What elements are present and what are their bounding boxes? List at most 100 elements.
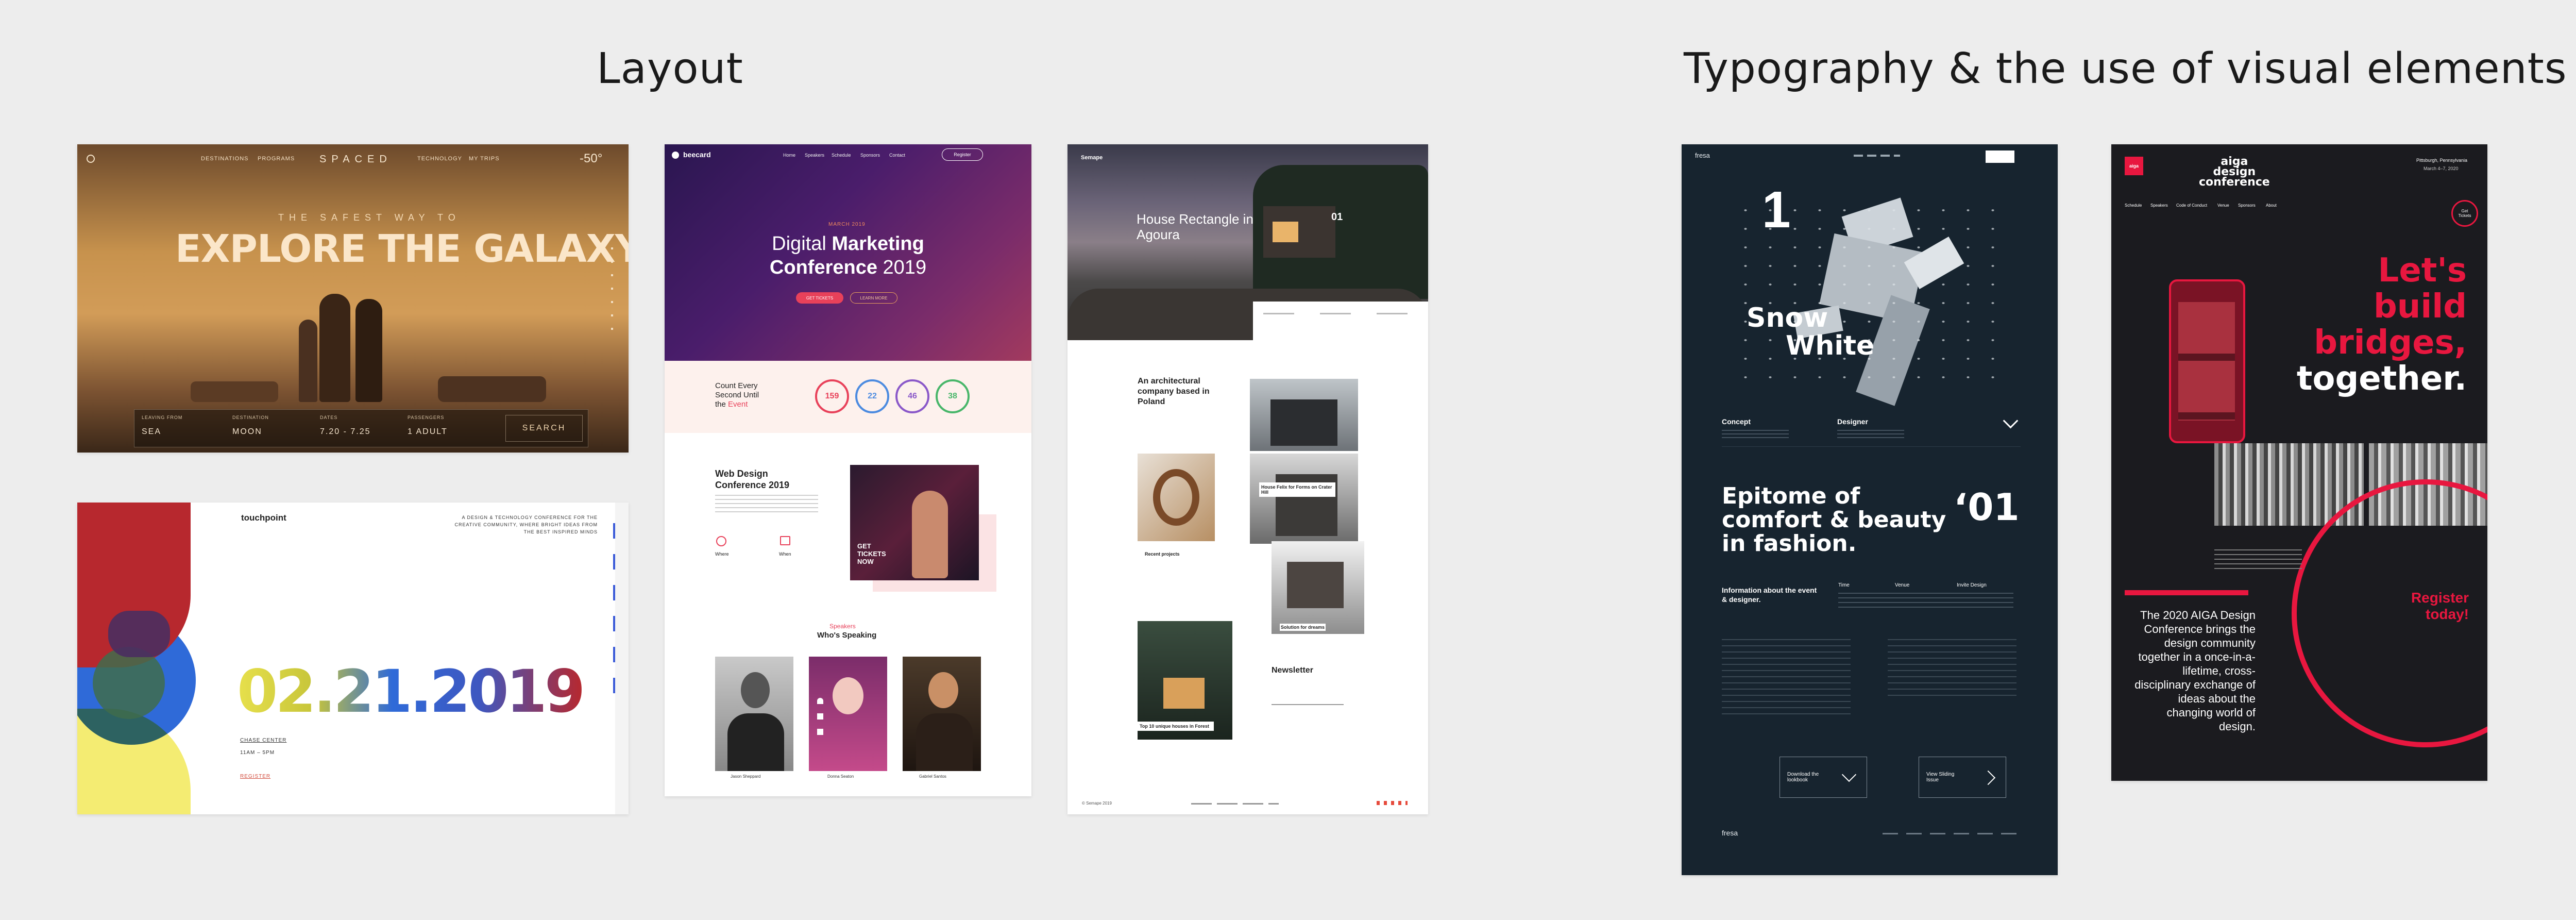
project-photo[interactable] bbox=[1138, 454, 1215, 541]
counter-value: 159 bbox=[825, 392, 839, 400]
nav-destinations[interactable]: DESTINATIONS bbox=[201, 156, 248, 162]
passengers-select[interactable]: 1 ADULT bbox=[408, 427, 448, 437]
caption[interactable]: House Felix for Forms on Crater Hill bbox=[1259, 482, 1335, 497]
view-issue-button[interactable]: View Sliding Issue bbox=[1919, 757, 2006, 798]
title-bold: Marketing bbox=[832, 233, 924, 255]
tickets-badge-label: Get Tickets bbox=[2458, 209, 2471, 218]
download-lookbook-button[interactable]: Download the lookbook bbox=[1780, 757, 1867, 798]
green-overlap bbox=[93, 647, 165, 719]
field-label: PASSENGERS bbox=[408, 415, 445, 420]
calendar-icon bbox=[780, 536, 790, 545]
nav-programs[interactable]: PROGRAMS bbox=[258, 156, 295, 162]
nav-schedule[interactable]: Schedule bbox=[2125, 203, 2142, 208]
nav-technology[interactable]: TECHNOLOGY bbox=[417, 156, 462, 162]
leaving-from-select[interactable]: SEA bbox=[142, 427, 161, 437]
get-tickets-now-label[interactable]: GET TICKETS NOW bbox=[857, 542, 893, 565]
red-bar bbox=[2125, 590, 2248, 595]
brand-logo[interactable]: fresa bbox=[1695, 152, 1710, 159]
concept-label: Concept bbox=[1722, 417, 1751, 426]
nav-speakers[interactable]: Speakers bbox=[2150, 203, 2168, 208]
spaced-screenshot[interactable]: DESTINATIONS PROGRAMS SPACED TECHNOLOGY … bbox=[77, 144, 629, 453]
hero-title: Snow White bbox=[1747, 304, 1874, 360]
house-shape bbox=[1287, 562, 1344, 608]
speaker-card-3[interactable] bbox=[903, 657, 981, 771]
speaker-card-2[interactable] bbox=[809, 657, 887, 771]
speakers-kicker: Speakers bbox=[829, 623, 856, 630]
aiga-screenshot[interactable]: aiga aiga design conference Pittsburgh, … bbox=[2111, 144, 2487, 781]
nav-sponsors[interactable]: Sponsors bbox=[2238, 203, 2256, 208]
project-photo[interactable] bbox=[1250, 379, 1358, 451]
top-nav[interactable] bbox=[1854, 155, 1900, 157]
register-link[interactable]: Register today! bbox=[2381, 590, 2469, 623]
headline-line: in fashion. bbox=[1722, 530, 1857, 557]
tickets-badge[interactable]: Get Tickets bbox=[2451, 200, 2478, 227]
caption[interactable]: Recent projects bbox=[1145, 551, 1180, 557]
chevron-down-icon[interactable] bbox=[2003, 413, 2019, 429]
nav-sponsors[interactable]: Sponsors bbox=[860, 153, 880, 158]
speaker-card-1[interactable] bbox=[715, 657, 793, 771]
divider-line bbox=[1722, 446, 2021, 447]
col-text bbox=[1838, 593, 2013, 608]
learn-more-button[interactable]: LEARN MORE bbox=[850, 292, 897, 304]
concept-text bbox=[1722, 430, 1789, 438]
round-object bbox=[1153, 469, 1199, 526]
designer-text bbox=[1837, 430, 1904, 438]
pagination-dots[interactable] bbox=[1377, 801, 1408, 805]
brand-name[interactable]: beecard bbox=[683, 150, 711, 159]
speakers-title: Who's Speaking bbox=[817, 631, 877, 640]
footer-logo[interactable]: fresa bbox=[1722, 829, 1738, 837]
section-number: ‘01 bbox=[1954, 486, 2020, 529]
caption[interactable]: Solution for dreams bbox=[1280, 624, 1326, 631]
wdc-title-line: Conference 2019 bbox=[715, 480, 790, 490]
speaker-head bbox=[833, 677, 863, 714]
brand-name[interactable]: Semape bbox=[1081, 155, 1103, 161]
newsletter-input[interactable] bbox=[1272, 704, 1344, 705]
nav-about[interactable]: About bbox=[2266, 203, 2277, 208]
footer-nav[interactable] bbox=[1883, 833, 2016, 834]
nav-contact[interactable]: Contact bbox=[889, 153, 905, 158]
aiga-logo-small[interactable]: aiga bbox=[2125, 157, 2143, 175]
spaced-logo[interactable]: SPACED bbox=[319, 154, 392, 165]
layout-heading: Layout bbox=[597, 44, 743, 93]
nav-schedule[interactable]: Schedule bbox=[832, 153, 851, 158]
project-photo[interactable] bbox=[1272, 541, 1364, 634]
fashion-screenshot[interactable]: fresa 1 Snow White Concept Designer Epit… bbox=[1682, 144, 2058, 875]
conference-screenshot[interactable]: beecard Home Speakers Schedule Sponsors … bbox=[665, 144, 1031, 796]
nav-code-of-conduct[interactable]: Code of Conduct bbox=[2176, 203, 2207, 208]
countdown-event: Event bbox=[728, 400, 748, 409]
register-link[interactable]: REGISTER bbox=[240, 774, 270, 779]
speaker-photo[interactable]: GET TICKETS NOW bbox=[850, 465, 979, 580]
dates-select[interactable]: 7.20 - 7.25 bbox=[320, 427, 371, 437]
slider-dots[interactable] bbox=[817, 698, 823, 744]
top-button[interactable] bbox=[1986, 150, 2014, 163]
booking-bar: LEAVING FROM SEA DESTINATION MOON DATES … bbox=[134, 409, 588, 447]
speaker-silhouette bbox=[912, 491, 948, 578]
touchpoint-address[interactable]: CHASE CENTER bbox=[240, 738, 286, 743]
typography-heading: Typography & the use of visual elements bbox=[1684, 44, 2567, 93]
house-window bbox=[1273, 222, 1298, 242]
right-panel bbox=[615, 503, 629, 814]
aiga-wordmark: aiga design conference bbox=[2199, 156, 2270, 188]
house-shape bbox=[1270, 399, 1337, 446]
hero-kicker: THE SAFEST WAY TO bbox=[278, 212, 461, 223]
footer-links[interactable] bbox=[1191, 803, 1279, 805]
headline-line: Let's bbox=[2378, 252, 2467, 290]
search-icon[interactable] bbox=[87, 155, 95, 163]
nav-home[interactable]: Home bbox=[783, 153, 795, 158]
touchpoint-screenshot[interactable]: touchpoint A DESIGN & TECHNOLOGY CONFERE… bbox=[77, 503, 629, 814]
nav-my-trips[interactable]: MY TRIPS bbox=[469, 156, 500, 162]
section-title: An architectural company based in Poland bbox=[1138, 377, 1210, 406]
project-photo[interactable] bbox=[1250, 454, 1358, 544]
architecture-screenshot[interactable]: Semape House Rectangle in Agoura 01 An a… bbox=[1067, 144, 1428, 814]
countdown-days: 159 bbox=[815, 379, 849, 413]
caption[interactable]: Top 10 unique houses in Forest bbox=[1138, 722, 1214, 731]
speaker-body bbox=[727, 713, 784, 771]
search-button[interactable]: SEARCH bbox=[505, 415, 583, 442]
nav-speakers[interactable]: Speakers bbox=[805, 153, 824, 158]
register-button[interactable]: Register bbox=[942, 148, 983, 161]
nav-venue[interactable]: Venue bbox=[2217, 203, 2229, 208]
get-tickets-button[interactable]: GET TICKETS bbox=[796, 292, 843, 304]
touchpoint-logo[interactable]: touchpoint bbox=[241, 513, 286, 523]
destination-select[interactable]: MOON bbox=[232, 427, 262, 437]
astronaut-figure bbox=[299, 320, 317, 402]
